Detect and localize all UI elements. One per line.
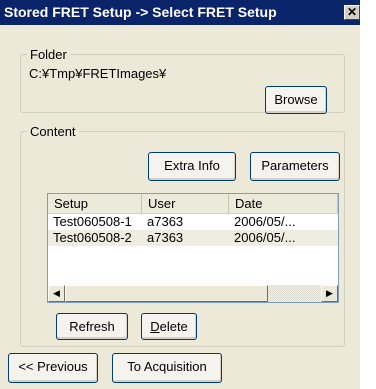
content-legend: Content bbox=[30, 124, 76, 139]
scroll-track[interactable] bbox=[268, 285, 321, 302]
close-button[interactable]: ✕ bbox=[344, 5, 360, 20]
cell-setup: Test060508-2 bbox=[53, 230, 132, 245]
extra-info-button[interactable]: Extra Info bbox=[148, 152, 236, 181]
list-header: Setup User Date bbox=[48, 194, 338, 214]
arrow-left-icon: ◀ bbox=[53, 288, 60, 298]
cell-date: 2006/05/... bbox=[234, 214, 296, 229]
setup-list[interactable]: Setup User Date Test060508-1 a7363 2006/… bbox=[47, 193, 339, 303]
delete-button[interactable]: Delete bbox=[141, 313, 197, 340]
cell-user: a7363 bbox=[147, 214, 184, 229]
scroll-right-button[interactable]: ▶ bbox=[321, 285, 338, 302]
column-header-setup[interactable]: Setup bbox=[48, 194, 142, 213]
parameters-button[interactable]: Parameters bbox=[250, 152, 340, 181]
browse-button[interactable]: Browse bbox=[265, 86, 327, 114]
cell-user: a7363 bbox=[147, 230, 184, 245]
previous-button[interactable]: << Previous bbox=[8, 353, 98, 383]
refresh-button[interactable]: Refresh bbox=[56, 313, 128, 340]
column-header-user[interactable]: User bbox=[142, 194, 229, 213]
cell-date: 2006/05/... bbox=[234, 230, 296, 245]
column-header-date[interactable]: Date bbox=[229, 194, 338, 213]
list-row[interactable]: Test060508-1 a7363 2006/05/... bbox=[48, 214, 338, 230]
content-group: Content Extra Info Parameters Setup User… bbox=[20, 124, 345, 347]
cell-setup: Test060508-1 bbox=[53, 214, 132, 229]
stored-fret-setup-window: Stored FRET Setup -> Select FRET Setup ✕… bbox=[0, 0, 360, 389]
window-title: Stored FRET Setup -> Select FRET Setup bbox=[4, 4, 277, 20]
scroll-left-button[interactable]: ◀ bbox=[48, 285, 65, 302]
to-acquisition-button[interactable]: To Acquisition bbox=[112, 353, 222, 383]
folder-group: Folder C:¥Tmp¥FRETImages¥ Browse bbox=[20, 47, 345, 114]
folder-path: C:¥Tmp¥FRETImages¥ bbox=[29, 66, 167, 81]
list-row[interactable]: Test060508-2 a7363 2006/05/... bbox=[48, 230, 338, 246]
horizontal-scrollbar[interactable]: ◀ ▶ bbox=[48, 285, 338, 302]
folder-legend: Folder bbox=[30, 47, 67, 62]
arrow-right-icon: ▶ bbox=[326, 288, 333, 298]
title-bar[interactable]: Stored FRET Setup -> Select FRET Setup ✕ bbox=[0, 0, 360, 25]
close-icon: ✕ bbox=[346, 5, 358, 19]
delete-label-rest: elete bbox=[159, 319, 188, 334]
delete-accelerator: D bbox=[150, 319, 160, 334]
scroll-thumb[interactable] bbox=[65, 285, 268, 302]
